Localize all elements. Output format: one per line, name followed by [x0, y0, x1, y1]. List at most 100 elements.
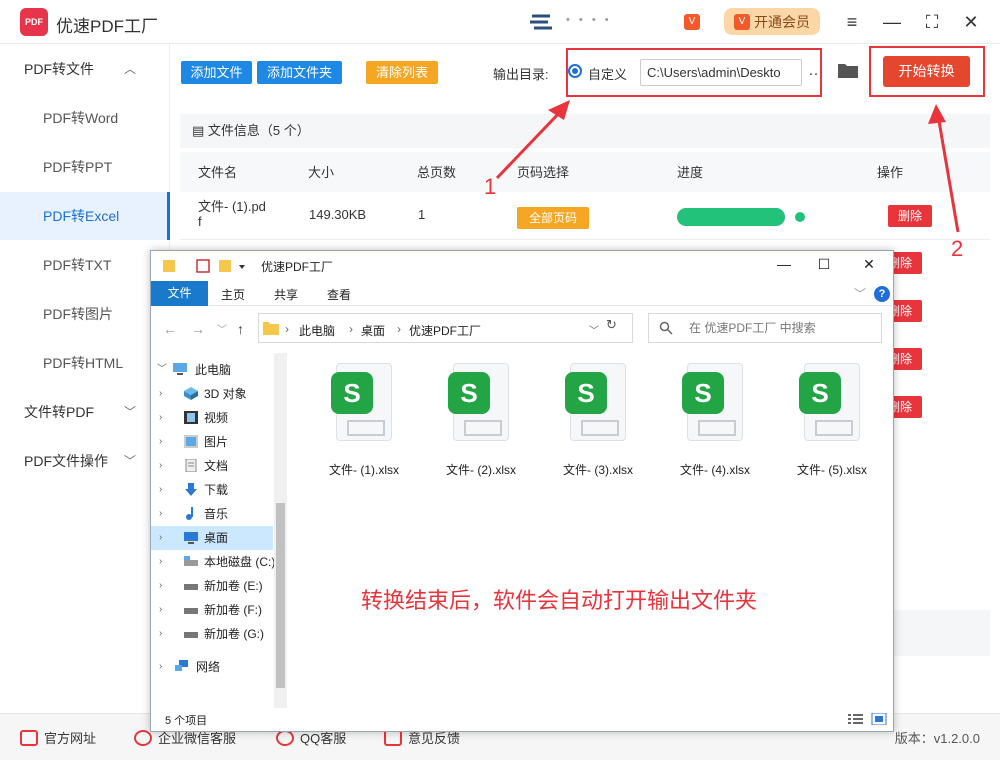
website-link[interactable]: 官方网址 — [20, 728, 96, 747]
col-filename: 文件名 — [198, 165, 238, 180]
file-item[interactable]: S 文件- (2).xlsx — [431, 363, 531, 483]
folder-icon[interactable] — [837, 61, 859, 79]
output-dir-label: 输出目录: — [493, 67, 549, 82]
sidebar-item-pdf-to-html[interactable]: PDF转HTML — [0, 339, 170, 387]
sidebar-item-pdf-to-ppt[interactable]: PDF转PPT — [0, 143, 170, 191]
ribbon-expand-icon[interactable]: ﹀ — [854, 285, 866, 302]
sidebar-group-pdf-to-file[interactable]: PDF转文件 ︿ — [0, 45, 170, 93]
nav-drive-f[interactable]: › 新加卷 (F:) — [151, 598, 273, 622]
sidebar-group-label: PDF文件操作 — [24, 453, 108, 469]
nav-downloads[interactable]: › 下载 — [151, 478, 273, 502]
annotation-box-output — [566, 48, 822, 97]
sidebar-group-file-to-pdf[interactable]: 文件转PDF ﹀ — [0, 388, 170, 436]
folder-icon — [263, 322, 279, 335]
search-icon — [659, 321, 673, 335]
breadcrumb-folder[interactable]: 优速PDF工厂 — [409, 322, 481, 339]
scrollbar-thumb[interactable] — [276, 503, 285, 688]
nav-drive-e[interactable]: › 新加卷 (E:) — [151, 574, 273, 598]
tab-view[interactable]: 查看 — [327, 286, 351, 303]
nav-label: 本地磁盘 (C:) — [204, 555, 276, 569]
sidebar-item-pdf-to-txt[interactable]: PDF转TXT — [0, 241, 170, 289]
close-icon[interactable]: ✕ — [959, 10, 983, 34]
nav-3d-objects[interactable]: › 3D 对象 — [151, 382, 273, 406]
nav-this-pc[interactable]: ﹀ 此电脑 — [151, 358, 273, 382]
file-name: 文件- (1).xlsx — [329, 463, 399, 477]
file-info-label: 文件信息（5 个） — [207, 123, 310, 138]
page-select-button[interactable]: 全部页码 — [517, 207, 589, 229]
nav-scrollbar[interactable] — [274, 353, 287, 708]
user-area[interactable]: • • • • — [528, 10, 708, 34]
tab-file[interactable]: 文件 — [151, 281, 208, 306]
add-file-button[interactable]: 添加文件 — [181, 61, 252, 84]
download-icon — [185, 483, 197, 496]
explorer-title-bar: 优速PDF工厂 — ☐ ✕ — [151, 251, 893, 281]
address-dropdown-icon[interactable]: ﹀ — [589, 322, 599, 337]
pictures-icon — [184, 435, 198, 448]
row-size: 149.30KB — [309, 207, 367, 222]
search-placeholder: 在 优速PDF工厂 中搜索 — [689, 321, 816, 335]
minimize-icon[interactable]: — — [880, 10, 904, 34]
documents-icon — [185, 459, 197, 472]
file-item[interactable]: S 文件- (5).xlsx — [782, 363, 882, 483]
nav-pictures[interactable]: › 图片 — [151, 430, 273, 454]
sidebar: PDF转文件 ︿ PDF转Word PDF转PPT PDF转Excel PDF转… — [0, 44, 170, 713]
col-action: 操作 — [877, 165, 904, 180]
maximize-icon[interactable]: ⛶ — [920, 10, 944, 34]
nav-music[interactable]: › 音乐 — [151, 502, 273, 526]
breadcrumb-this-pc[interactable]: 此电脑 — [299, 322, 335, 339]
up-icon[interactable]: ↑ — [237, 321, 244, 337]
file-item[interactable]: S 文件- (4).xlsx — [665, 363, 765, 483]
nav-label: 新加卷 (G:) — [204, 627, 264, 641]
computer-icon — [173, 363, 187, 375]
excel-file-icon: S — [331, 363, 392, 441]
sidebar-item-pdf-to-image[interactable]: PDF转图片 — [0, 290, 170, 338]
explorer-minimize-icon[interactable]: — — [769, 256, 799, 276]
nav-network[interactable]: › 网络 — [151, 655, 273, 679]
menu-icon[interactable]: ≡ — [840, 10, 864, 34]
file-info-header: ▤ 文件信息（5 个） — [180, 114, 990, 148]
help-icon[interactable]: ? — [874, 286, 890, 302]
file-item[interactable]: S 文件- (1).xlsx — [314, 363, 414, 483]
back-icon[interactable]: ← — [163, 321, 177, 337]
nav-label: 视频 — [204, 411, 229, 425]
nav-documents[interactable]: › 文档 — [151, 454, 273, 478]
network-icon — [175, 660, 188, 671]
chevron-down-icon: ﹀ — [123, 454, 136, 468]
vip-icon: V — [734, 13, 750, 30]
file-name: 文件- (3).xlsx — [563, 463, 633, 477]
nav-desktop[interactable]: › 桌面 — [151, 526, 273, 550]
explorer-maximize-icon[interactable]: ☐ — [809, 256, 839, 276]
tab-share[interactable]: 共享 — [274, 286, 298, 303]
sidebar-item-pdf-to-word[interactable]: PDF转Word — [0, 94, 170, 142]
nav-drive-g[interactable]: › 新加卷 (G:) — [151, 622, 273, 646]
col-pages: 总页数 — [417, 165, 457, 180]
sidebar-item-pdf-to-excel[interactable]: PDF转Excel — [0, 192, 170, 240]
address-bar[interactable]: › 此电脑 › 桌面 › 优速PDF工厂 ﹀ — [258, 313, 633, 343]
add-folder-button[interactable]: 添加文件夹 — [257, 61, 342, 84]
explorer-title: 优速PDF工厂 — [261, 260, 334, 274]
col-progress: 进度 — [677, 165, 704, 180]
vip-button[interactable]: V 开通会员 — [724, 8, 820, 35]
search-input[interactable]: 在 优速PDF工厂 中搜索 — [648, 313, 882, 343]
sidebar-group-pdf-operations[interactable]: PDF文件操作 ﹀ — [0, 437, 170, 485]
delete-button[interactable]: 删除 — [888, 205, 932, 227]
annotation-box-start — [869, 46, 985, 97]
col-size: 大小 — [308, 165, 335, 180]
clear-list-button[interactable]: 清除列表 — [366, 61, 438, 84]
nav-drive-c[interactable]: › 本地磁盘 (C:) — [151, 550, 276, 574]
file-item[interactable]: S 文件- (3).xlsx — [548, 363, 648, 483]
refresh-icon[interactable]: ↻ — [606, 317, 617, 333]
nav-videos[interactable]: › 视频 — [151, 406, 273, 430]
explorer-ribbon: 文件 主页 共享 查看 ﹀ ? — [151, 281, 893, 306]
item-count: 5 个项目 — [165, 715, 208, 727]
quick-access-icons[interactable] — [161, 258, 251, 274]
user-logo-icon — [530, 14, 552, 30]
explorer-close-icon[interactable]: ✕ — [854, 256, 884, 276]
history-icon[interactable]: ﹀ — [217, 321, 227, 336]
view-toggle-icons[interactable] — [848, 713, 888, 725]
tab-home[interactable]: 主页 — [221, 286, 245, 303]
nav-label: 桌面 — [204, 531, 229, 545]
forward-icon[interactable]: → — [191, 321, 205, 337]
drive-icon — [184, 584, 198, 590]
breadcrumb-desktop[interactable]: 桌面 — [361, 322, 385, 339]
